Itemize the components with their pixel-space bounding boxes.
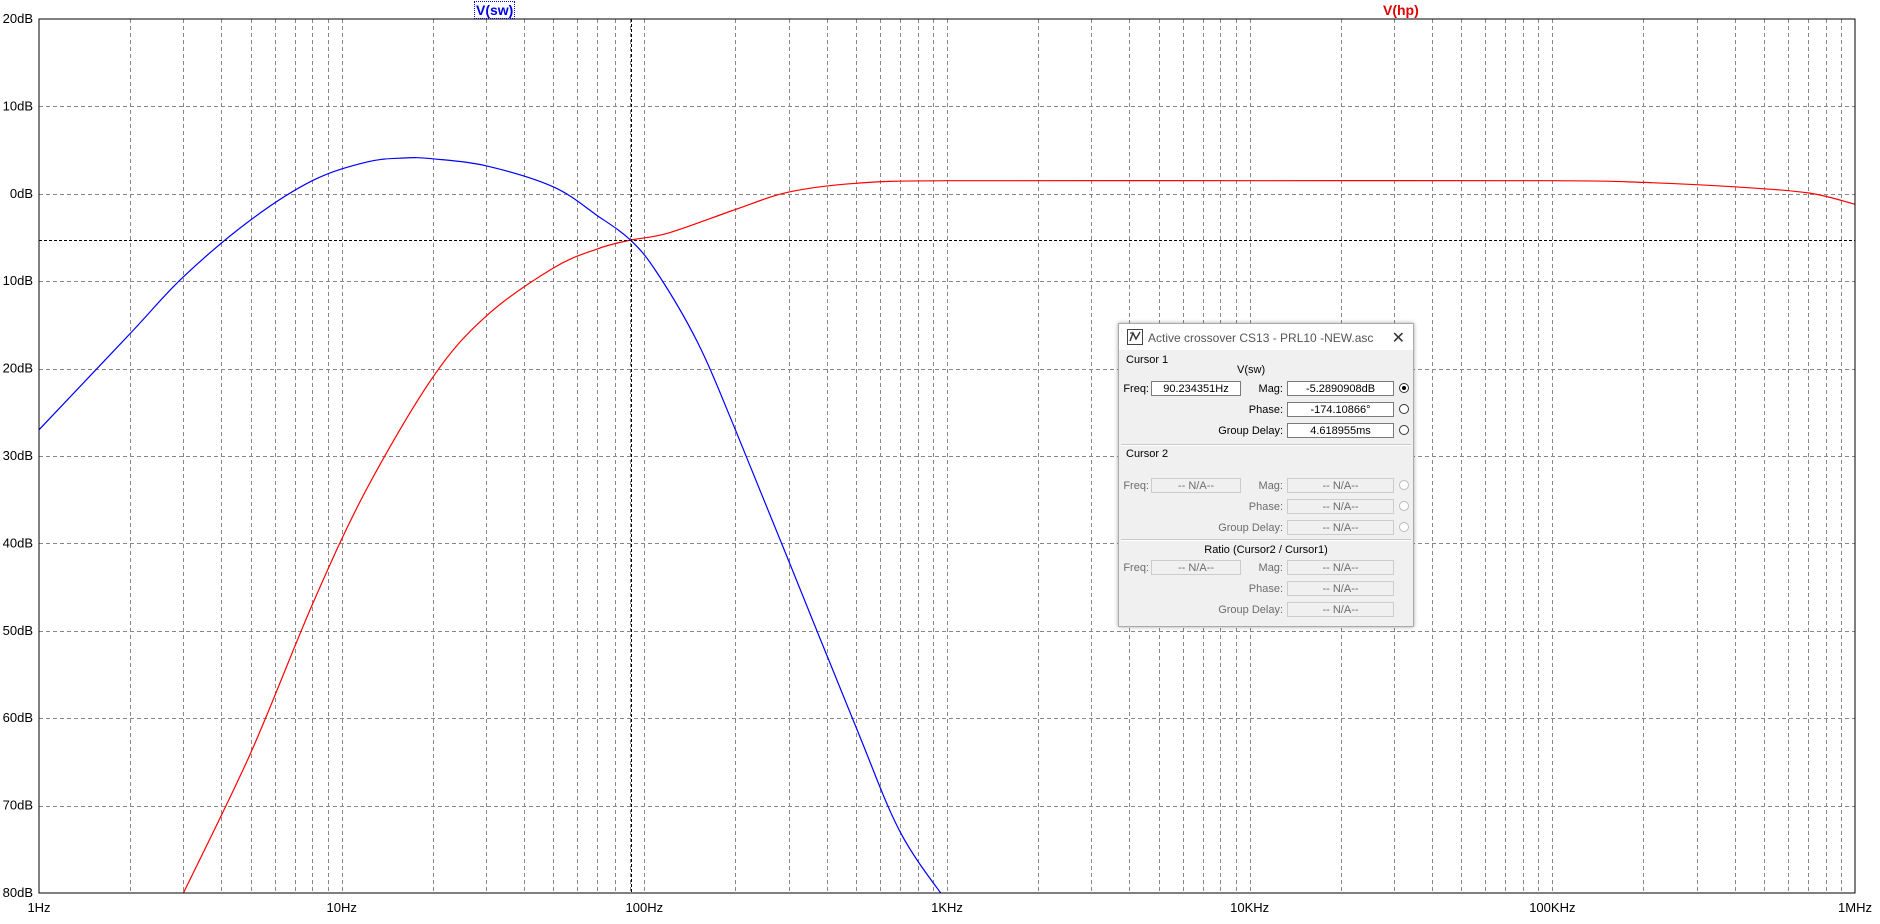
separator <box>1121 444 1411 446</box>
y-tick-label: 0dB <box>10 186 33 201</box>
dialog-titlebar[interactable]: Active crossover CS13 - PRL10 -NEW.asc ✕ <box>1119 324 1413 350</box>
close-icon[interactable]: ✕ <box>1392 328 1405 348</box>
cursor1-trace-name: V(sw) <box>1237 364 1266 376</box>
cursor1-gd-label: Group Delay: <box>1218 425 1283 437</box>
cursor2-phase-field: -- N/A-- <box>1287 499 1394 514</box>
cursor2-freq-label: Freq: <box>1123 480 1149 492</box>
trace-v-sw <box>39 157 942 893</box>
dialog-title: Active crossover CS13 - PRL10 -NEW.asc <box>1148 331 1374 345</box>
cursor2-gd-radio <box>1399 522 1409 532</box>
ltspice-icon <box>1127 329 1143 345</box>
y-tick-label: 10dB <box>3 98 33 113</box>
y-tick-label: 50dB <box>3 623 33 638</box>
ratio-phase-field: -- N/A-- <box>1287 581 1394 596</box>
cursor1-gd-field[interactable]: 4.618955ms <box>1287 423 1394 438</box>
cursor1-group-label: Cursor 1 <box>1126 354 1169 366</box>
ratio-gd-label: Group Delay: <box>1218 604 1283 616</box>
cursor2-gd-field: -- N/A-- <box>1287 520 1394 535</box>
y-tick-label: 20dB <box>3 11 33 26</box>
y-tick-label: 20dB <box>3 361 33 376</box>
cursor-dialog: Active crossover CS13 - PRL10 -NEW.asc ✕… <box>1118 323 1414 627</box>
cursor1-gd-radio[interactable] <box>1399 425 1409 435</box>
trace-v-hp <box>182 179 1855 893</box>
cursor2-phase-label: Phase: <box>1248 501 1283 513</box>
ratio-mag-label: Mag: <box>1258 562 1283 574</box>
y-tick-label: 10dB <box>3 273 33 288</box>
cursor1-mag-field[interactable]: -5.2890908dB <box>1287 381 1394 396</box>
x-tick-label: 100KHz <box>1529 900 1575 915</box>
x-tick-label: 1Hz <box>27 900 50 915</box>
cursor2-mag-field: -- N/A-- <box>1287 478 1394 493</box>
cursor1-mag-radio[interactable] <box>1399 383 1409 393</box>
cursor2-freq-field: -- N/A-- <box>1151 478 1241 493</box>
ratio-freq-field: -- N/A-- <box>1151 560 1241 575</box>
x-tick-label: 100Hz <box>626 900 664 915</box>
y-axis-labels: 20dB 10dB 0dB 10dB 20dB 30dB 40dB 50dB 60dB 70dB 8… <box>3 11 33 900</box>
trace-label-v-hp[interactable]: V(hp) <box>1383 1 1419 19</box>
ratio-gd-field: -- N/A-- <box>1287 602 1394 617</box>
cursor1-phase-field[interactable]: -174.10866° <box>1287 402 1394 417</box>
cursor2-mag-radio <box>1399 480 1409 490</box>
x-tick-label: 10Hz <box>326 900 356 915</box>
y-tick-label: 80dB <box>3 885 33 900</box>
y-tick-label: 30dB <box>3 448 33 463</box>
ratio-phase-label: Phase: <box>1248 583 1283 595</box>
plot-grid <box>39 19 1855 893</box>
bode-plot[interactable]: 20dB 10dB 0dB 10dB 20dB 30dB 40dB 50dB 60dB 70dB 8… <box>0 0 1880 924</box>
cursor2-mag-label: Mag: <box>1258 480 1283 492</box>
ratio-group-label: Ratio (Cursor2 / Cursor1) <box>1204 544 1328 556</box>
ratio-mag-field: -- N/A-- <box>1287 560 1394 575</box>
x-tick-label: 1KHz <box>931 900 963 915</box>
cursor1-mag-label: Mag: <box>1258 383 1283 395</box>
cursor1-freq-field[interactable]: 90.234351Hz <box>1151 381 1241 396</box>
x-tick-label: 1MHz <box>1838 900 1872 915</box>
y-tick-label: 70dB <box>3 798 33 813</box>
cursor2-phase-radio <box>1399 501 1409 511</box>
trace-label-v-sw[interactable]: V(sw) <box>474 1 516 19</box>
cursor2-group-label: Cursor 2 <box>1126 448 1169 460</box>
cursor1-phase-label: Phase: <box>1248 404 1283 416</box>
cursor1-freq-label: Freq: <box>1123 383 1149 395</box>
x-tick-label: 10KHz <box>1230 900 1269 915</box>
y-tick-label: 40dB <box>3 535 33 550</box>
ratio-freq-label: Freq: <box>1123 562 1149 574</box>
y-tick-label: 60dB <box>3 710 33 725</box>
cursor1-phase-radio[interactable] <box>1399 404 1409 414</box>
separator <box>1121 539 1411 541</box>
x-axis-labels: 1Hz 10Hz 100Hz 1KHz 10KHz 100KHz 1MHz <box>27 900 1872 915</box>
cursor2-gd-label: Group Delay: <box>1218 522 1283 534</box>
